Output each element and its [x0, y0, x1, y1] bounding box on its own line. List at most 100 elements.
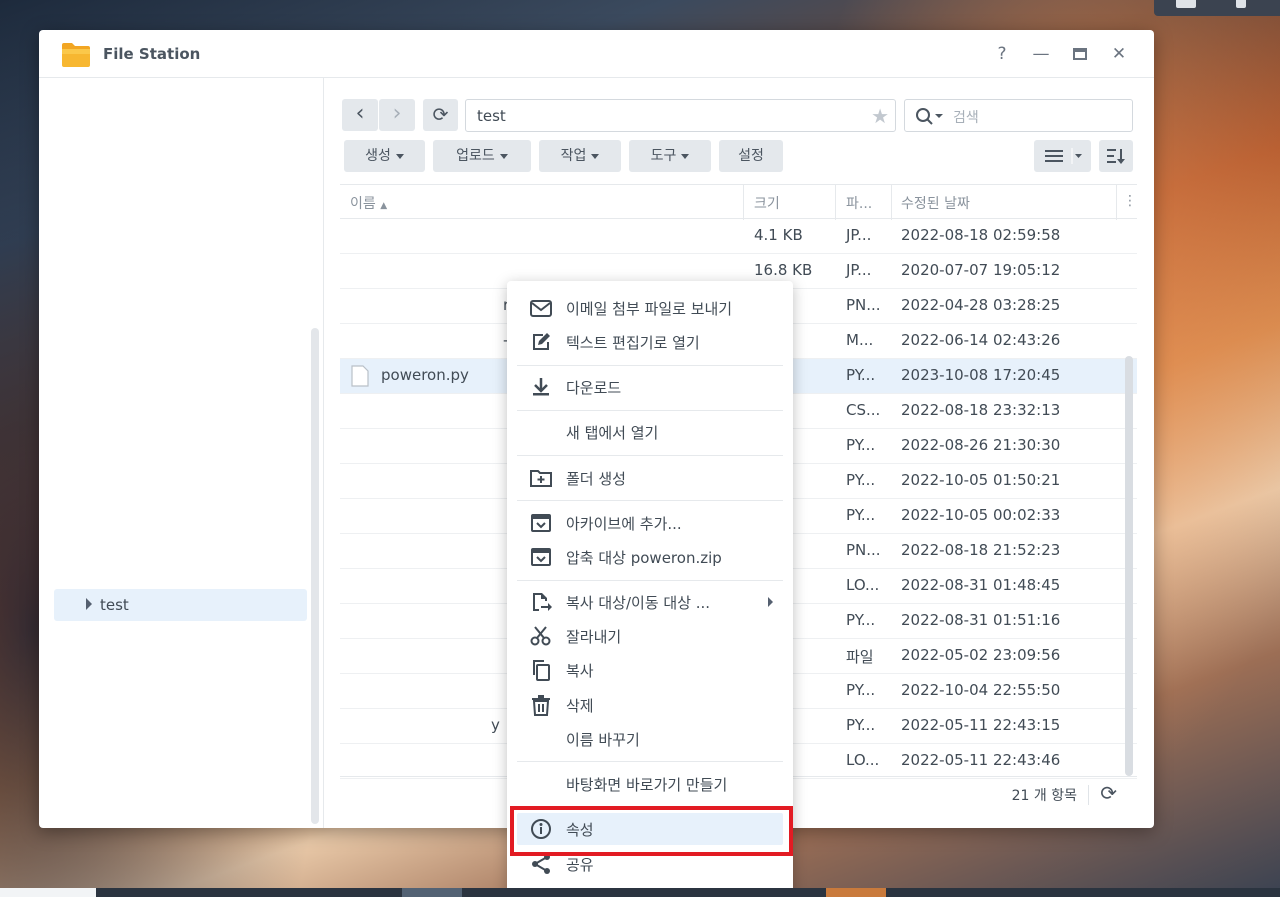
menu-divider [517, 500, 783, 501]
path-input[interactable]: test ★ [465, 99, 896, 132]
folder-plus-icon [530, 470, 552, 487]
file-type: M... [846, 331, 874, 349]
action-label: 작업 [560, 148, 587, 164]
file-modified: 2022-08-26 21:30:30 [901, 436, 1061, 454]
minimize-button[interactable]: — [1028, 42, 1054, 66]
table-row[interactable]: 4.1 KB JP... 2022-08-18 02:59:58 [340, 219, 1137, 254]
file-type: PY... [846, 471, 876, 489]
sort-button[interactable] [1099, 140, 1133, 172]
file-type: PY... [846, 366, 876, 384]
menu-item-email-attachment[interactable]: 이메일 첨부 파일로 보내기 [517, 292, 783, 324]
menu-item-open-new-tab[interactable]: 새 탭에서 열기 [517, 416, 783, 448]
file-type: PY... [846, 506, 876, 524]
submenu-arrow-icon [768, 597, 773, 607]
column-name[interactable]: 이름 ▲ [350, 193, 387, 213]
file-type: PN... [846, 296, 881, 314]
forward-button[interactable]: › [379, 99, 415, 131]
expand-arrow-icon[interactable] [86, 598, 92, 610]
menu-divider [517, 580, 783, 581]
file-name: poweron.py [381, 366, 469, 384]
desktop-widget-bar[interactable] [1154, 0, 1280, 16]
file-type: LO... [846, 576, 880, 594]
menu-item-label: 이름 바꾸기 [566, 731, 640, 749]
search-input[interactable]: 검색 [904, 99, 1133, 132]
tools-button[interactable]: 도구 [629, 140, 711, 172]
menu-item-copy-move-to[interactable]: 복사 대상/이동 대상 ... [517, 586, 783, 618]
upload-button[interactable]: 업로드 [433, 140, 531, 172]
taskbar-item[interactable] [0, 888, 96, 897]
column-size[interactable]: 크기 [754, 193, 780, 213]
file-modified: 2020-07-07 19:05:12 [901, 261, 1061, 279]
settings-button[interactable]: 설정 [719, 140, 783, 172]
star-icon[interactable]: ★ [871, 104, 889, 128]
menu-item-create-folder[interactable]: 폴더 생성 [517, 462, 783, 494]
file-modified: 2022-08-31 01:48:45 [901, 576, 1061, 594]
back-button[interactable]: ‹ [342, 99, 378, 131]
widget-icon[interactable] [1236, 0, 1246, 8]
file-modified: 2022-08-18 23:32:13 [901, 401, 1061, 419]
menu-item-label: 공유 [566, 856, 594, 874]
tools-label: 도구 [650, 148, 677, 164]
scissors-icon [530, 626, 551, 646]
menu-divider [517, 455, 783, 456]
chevron-down-icon [681, 153, 690, 159]
sidebar-scrollbar[interactable] [311, 328, 319, 824]
help-button[interactable]: ? [989, 42, 1015, 66]
widget-icon[interactable] [1176, 0, 1196, 8]
trash-icon [532, 695, 550, 716]
list-scrollbar[interactable] [1125, 356, 1133, 776]
column-divider[interactable] [1116, 185, 1117, 220]
chevron-down-icon [499, 153, 508, 159]
refresh-icon[interactable]: ⟳ [1100, 781, 1117, 805]
file-modified: 2022-10-05 01:50:21 [901, 471, 1061, 489]
menu-item-desktop-shortcut[interactable]: 바탕화면 바로가기 만들기 [517, 768, 783, 800]
archive-icon [531, 548, 551, 566]
close-button[interactable]: ✕ [1106, 42, 1132, 66]
menu-item-open-text-editor[interactable]: 텍스트 편집기로 열기 [517, 326, 783, 358]
column-menu-icon[interactable]: ⋮ [1123, 193, 1137, 209]
menu-item-label: 이메일 첨부 파일로 보내기 [566, 300, 733, 318]
action-button[interactable]: 작업 [539, 140, 621, 172]
menu-item-cut[interactable]: 잘라내기 [517, 620, 783, 652]
menu-item-compress-to[interactable]: 압축 대상 poweron.zip [517, 541, 783, 573]
search-icon[interactable] [915, 107, 945, 125]
menu-item-download[interactable]: 다운로드 [517, 371, 783, 403]
chevron-down-icon [591, 153, 600, 159]
chevron-down-icon [395, 153, 404, 159]
title-bar: File Station ? — ✕ [39, 30, 1154, 78]
column-divider[interactable] [743, 185, 744, 220]
file-type: 파일 [846, 648, 874, 666]
copy-icon [533, 660, 550, 681]
taskbar-item[interactable] [826, 888, 886, 897]
download-icon [533, 378, 549, 396]
mail-icon [530, 300, 552, 317]
tree-item-test[interactable]: test [54, 589, 307, 621]
taskbar [0, 888, 1280, 897]
file-modified: 2022-08-18 21:52:23 [901, 541, 1061, 559]
create-button[interactable]: 생성 [344, 140, 425, 172]
column-type[interactable]: 파... [846, 193, 872, 213]
menu-item-copy[interactable]: 복사 [517, 654, 783, 686]
folder-tree-sidebar: test [39, 78, 324, 828]
share-icon [532, 854, 550, 874]
sort-up-icon: ▲ [380, 201, 388, 211]
maximize-button[interactable] [1067, 42, 1093, 66]
path-value: test [477, 107, 506, 125]
column-modified[interactable]: 수정된 날짜 [901, 193, 970, 213]
menu-item-add-to-archive[interactable]: 아카이브에 추가... [517, 507, 783, 539]
menu-divider [517, 365, 783, 366]
column-divider[interactable] [835, 185, 836, 220]
file-move-icon [533, 593, 552, 611]
column-divider[interactable] [891, 185, 892, 220]
highlight-annotation-box [510, 806, 793, 856]
file-type: PN... [846, 541, 881, 559]
file-name: y [491, 716, 500, 734]
menu-item-delete[interactable]: 삭제 [517, 689, 783, 721]
refresh-button[interactable]: ⟳ [423, 99, 458, 131]
taskbar-item[interactable] [402, 888, 462, 897]
view-mode-button[interactable] [1034, 140, 1091, 172]
file-type: PY... [846, 611, 876, 629]
edit-icon [533, 333, 550, 350]
menu-item-label: 복사 [566, 662, 594, 680]
menu-item-rename[interactable]: 이름 바꾸기 [517, 723, 783, 755]
